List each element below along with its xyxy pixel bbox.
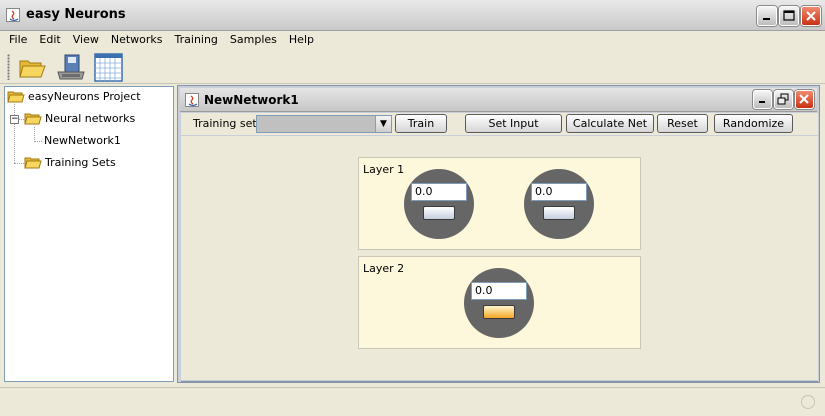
network-canvas: Layer 1 0.0 0.0 Layer 2 0.0	[181, 136, 818, 380]
tree-collapse-toggle[interactable]: −	[10, 115, 19, 124]
layer-label: Layer 2	[363, 262, 405, 275]
set-input-button[interactable]: Set Input	[465, 114, 562, 133]
randomize-button[interactable]: Randomize	[714, 114, 793, 133]
network-frame-titlebar[interactable]: NewNetwork1	[180, 88, 817, 112]
close-button[interactable]	[801, 6, 821, 26]
save-disk-icon[interactable]	[56, 52, 86, 82]
menu-view[interactable]: View	[67, 31, 105, 49]
tree-item-training-sets-label: Training Sets	[45, 156, 116, 169]
toolbar-grip[interactable]	[7, 54, 10, 80]
status-bar	[0, 387, 825, 416]
tree-item-training-sets[interactable]: Training Sets	[24, 156, 116, 169]
menu-bar: File Edit View Networks Training Samples…	[0, 31, 825, 49]
menu-edit[interactable]: Edit	[33, 31, 66, 49]
menu-networks[interactable]: Networks	[105, 31, 169, 49]
neuron-button[interactable]	[543, 206, 575, 220]
menu-samples[interactable]: Samples	[224, 31, 283, 49]
tree-item-newnetwork1-label: NewNetwork1	[44, 134, 121, 147]
neuron-output-field[interactable]: 0.0	[411, 183, 467, 201]
tree-root[interactable]: easyNeurons Project	[7, 90, 141, 103]
open-folder-icon[interactable]	[17, 52, 47, 82]
chevron-down-icon[interactable]: ▼	[375, 116, 391, 132]
status-indicator-icon	[801, 395, 815, 409]
folder-icon	[7, 90, 25, 103]
layer-panel: Layer 2 0.0	[358, 256, 641, 349]
frame-restore-button[interactable]	[774, 90, 793, 109]
project-tree: easyNeurons Project − Neural networks Ne…	[4, 86, 174, 382]
training-set-label: Training set:	[193, 117, 261, 130]
frame-minimize-button[interactable]	[753, 90, 772, 109]
network-controls: Training set: ▼ Train Set Input Calculat…	[181, 113, 818, 135]
neuron-output-field[interactable]: 0.0	[471, 282, 527, 300]
menu-training[interactable]: Training	[169, 31, 224, 49]
tree-item-neural-networks-label: Neural networks	[45, 112, 136, 125]
maximize-button[interactable]	[779, 6, 799, 26]
training-set-dropdown[interactable]: ▼	[256, 115, 392, 133]
tree-item-neural-networks[interactable]: Neural networks	[24, 112, 135, 125]
tree-item-newnetwork1[interactable]: NewNetwork1	[41, 134, 121, 147]
network-frame-title: NewNetwork1	[204, 93, 299, 107]
java-app-icon	[6, 8, 20, 22]
neuron: 0.0	[404, 169, 474, 239]
layer-label: Layer 1	[363, 163, 405, 176]
tree-root-label: easyNeurons Project	[28, 90, 141, 103]
neuron-button[interactable]	[423, 206, 455, 220]
calculate-net-button[interactable]: Calculate Net	[566, 114, 654, 133]
frame-bottom-border	[181, 381, 818, 383]
neuron: 0.0	[464, 268, 534, 338]
network-frame: NewNetwork1 Training set: ▼ Train Set In…	[177, 85, 820, 383]
folder-icon	[24, 156, 42, 169]
folder-icon	[24, 112, 42, 125]
layer-panel: Layer 1 0.0 0.0	[358, 157, 641, 250]
reset-button[interactable]: Reset	[657, 114, 708, 133]
java-frame-icon	[185, 93, 199, 107]
frame-close-button[interactable]	[795, 90, 814, 109]
toolbar	[0, 49, 825, 84]
neuron-button[interactable]	[483, 305, 515, 319]
neuron-output-field[interactable]: 0.0	[531, 183, 587, 201]
menu-file[interactable]: File	[3, 31, 33, 49]
table-grid-icon[interactable]	[94, 52, 124, 82]
minimize-button[interactable]	[757, 6, 777, 26]
menu-help[interactable]: Help	[283, 31, 320, 49]
title-bar: easy Neurons	[0, 0, 825, 31]
window-title: easy Neurons	[26, 7, 126, 22]
train-button[interactable]: Train	[395, 114, 447, 133]
neuron: 0.0	[524, 169, 594, 239]
